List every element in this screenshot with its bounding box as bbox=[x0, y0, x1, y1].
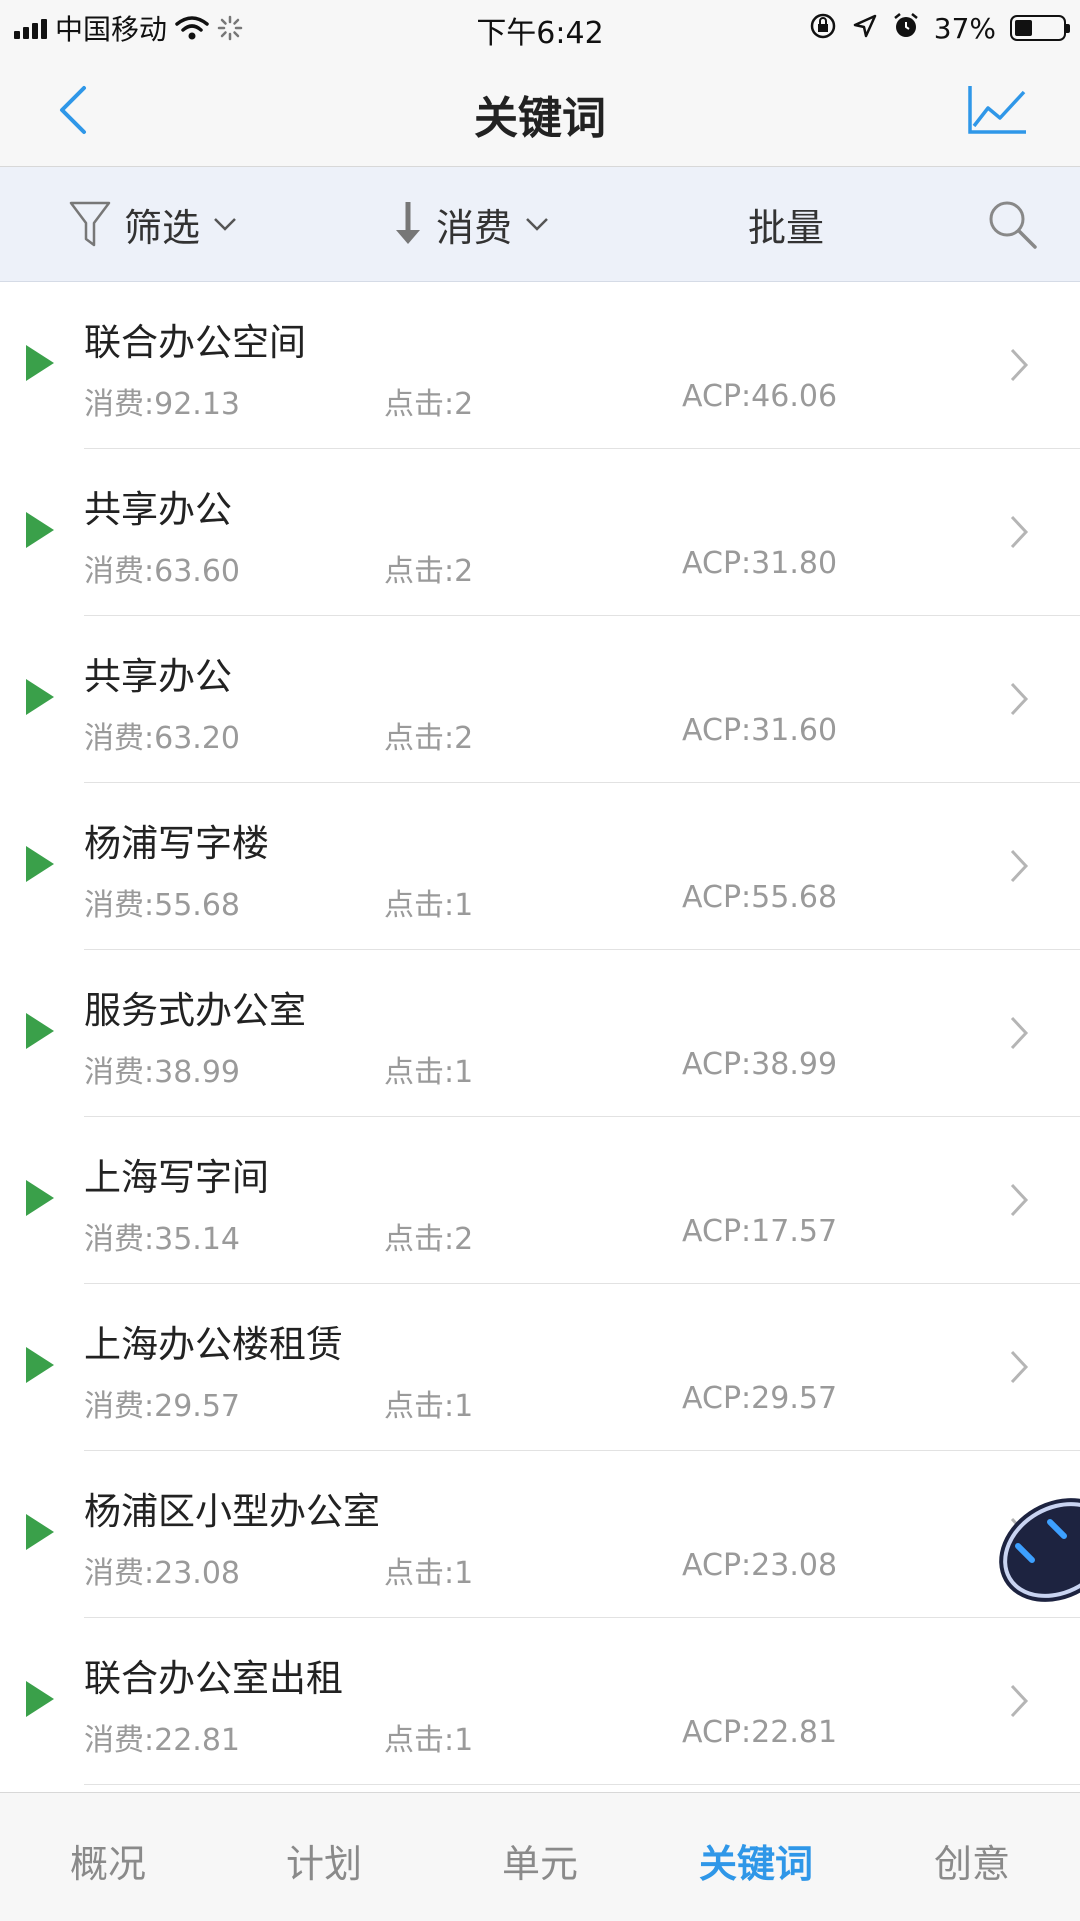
nav-bar: 关键词 bbox=[0, 54, 1080, 167]
keyword-name: 共享办公 bbox=[84, 655, 232, 698]
chevron-right-icon bbox=[1010, 1684, 1029, 1718]
keyword-clicks: 点击:1 bbox=[384, 1055, 474, 1090]
keyword-clicks: 点击:1 bbox=[384, 1556, 474, 1591]
keyword-acp: ACP:22.81 bbox=[682, 1715, 838, 1750]
search-button[interactable] bbox=[982, 167, 1042, 281]
battery-fill bbox=[1015, 20, 1032, 36]
chevron-right-icon bbox=[1010, 1183, 1029, 1217]
keyword-spend: 消费:38.99 bbox=[84, 1055, 240, 1090]
play-icon[interactable] bbox=[26, 1514, 54, 1550]
keyword-spend: 消费:23.08 bbox=[84, 1556, 240, 1591]
chevron-right-icon bbox=[1010, 348, 1029, 382]
sort-button[interactable]: 消费 bbox=[392, 167, 550, 281]
keyword-clicks: 点击:2 bbox=[384, 554, 474, 589]
chevron-right-icon bbox=[1010, 515, 1029, 549]
tab-bar: 概况 计划 单元 关键词 创意 bbox=[0, 1792, 1080, 1921]
batch-label: 批量 bbox=[748, 205, 825, 250]
location-icon bbox=[852, 13, 878, 43]
keyword-row[interactable]: 杨浦区小型办公室消费:23.08 点击:1 ACP:23.08 bbox=[26, 1451, 1080, 1618]
keyword-name: 共享办公 bbox=[84, 488, 232, 531]
tab-item[interactable]: 关键词 bbox=[648, 1793, 864, 1921]
filter-button[interactable]: 筛选 bbox=[68, 167, 238, 281]
play-icon[interactable] bbox=[26, 1347, 54, 1383]
batch-button[interactable]: 批量 bbox=[748, 167, 824, 281]
keyword-spend: 消费:29.57 bbox=[84, 1389, 240, 1424]
alarm-icon bbox=[892, 12, 920, 44]
keyword-name: 服务式办公室 bbox=[84, 989, 306, 1032]
keyword-name: 联合办公室出租 bbox=[84, 1657, 343, 1700]
search-icon bbox=[989, 201, 1037, 249]
robot-mascot-icon bbox=[999, 1498, 1080, 1602]
keyword-spend: 消费:92.13 bbox=[84, 387, 240, 422]
keyword-clicks: 点击:1 bbox=[384, 1389, 474, 1424]
keyword-acp: ACP:23.08 bbox=[682, 1548, 838, 1583]
play-icon[interactable] bbox=[26, 512, 54, 548]
keyword-row[interactable]: 服务式办公室消费:38.99 点击:1 ACP:38.99 bbox=[26, 950, 1080, 1117]
page-title: 关键词 bbox=[474, 93, 606, 144]
keyword-name: 上海写字间 bbox=[84, 1156, 269, 1199]
floating-assistant-button[interactable] bbox=[990, 1492, 1080, 1602]
keyword-clicks: 点击:2 bbox=[384, 721, 474, 756]
play-icon[interactable] bbox=[26, 1013, 54, 1049]
battery-percent: 37% bbox=[933, 11, 996, 45]
keyword-acp: ACP:38.99 bbox=[682, 1047, 838, 1082]
sort-label: 消费 bbox=[436, 205, 513, 250]
keyword-acp: ACP:31.60 bbox=[682, 713, 838, 748]
keyword-name: 上海办公楼租赁 bbox=[84, 1323, 343, 1366]
chevron-right-icon bbox=[1010, 1350, 1029, 1384]
keyword-name: 联合办公空间 bbox=[84, 321, 306, 364]
keyword-spend: 消费:63.20 bbox=[84, 721, 240, 756]
filter-label: 筛选 bbox=[124, 205, 201, 250]
status-bar: 中国移动 下午6:42 37% bbox=[0, 0, 1080, 54]
play-icon[interactable] bbox=[26, 1681, 54, 1717]
keyword-row[interactable]: 共享办公消费:63.20 点击:2 ACP:31.60 bbox=[26, 616, 1080, 783]
keyword-spend: 消费:55.68 bbox=[84, 888, 240, 923]
chevron-down-icon bbox=[214, 218, 236, 231]
tab-item[interactable]: 创意 bbox=[864, 1793, 1080, 1921]
keyword-row[interactable]: 杨浦写字楼消费:55.68 点击:1 ACP:55.68 bbox=[26, 783, 1080, 950]
play-icon[interactable] bbox=[26, 679, 54, 715]
status-right: 37% bbox=[808, 8, 1070, 48]
keyword-row[interactable]: 上海办公楼租赁消费:29.57 点击:1 ACP:29.57 bbox=[26, 1284, 1080, 1451]
play-icon[interactable] bbox=[26, 846, 54, 882]
keyword-list: 联合办公空间 消费:92.13 点击:2 ACP:46.06 共享办公 消费:63.60 点… bbox=[0, 282, 1080, 1785]
funnel-icon bbox=[69, 201, 111, 247]
chevron-right-icon bbox=[1010, 1016, 1029, 1050]
chevron-right-icon bbox=[1010, 682, 1029, 716]
keyword-spend: 消费:63.60 bbox=[84, 554, 240, 589]
arrow-down-icon bbox=[396, 202, 420, 244]
keyword-spend: 消费:22.81 bbox=[84, 1723, 240, 1758]
chevron-down-icon bbox=[526, 218, 548, 231]
keyword-row[interactable]: 共享办公消费:63.60 点击:2 ACP:31.80 bbox=[26, 449, 1080, 616]
keyword-name: 杨浦写字楼 bbox=[84, 822, 269, 865]
tab-item[interactable]: 概况 bbox=[0, 1793, 216, 1921]
keyword-clicks: 点击:1 bbox=[384, 1723, 474, 1758]
filter-bar: 筛选 消费 批量 bbox=[0, 167, 1080, 282]
chevron-right-icon bbox=[1010, 849, 1029, 883]
keyword-row[interactable]: 联合办公空间消费:92.13 点击:2 ACP:46.06 bbox=[26, 282, 1080, 449]
keyword-row[interactable]: 联合办公室出租消费:22.81 点击:1 ACP:22.81 bbox=[26, 1618, 1080, 1785]
keyword-row[interactable]: 上海写字间消费:35.14 点击:2 ACP:17.57 bbox=[26, 1117, 1080, 1284]
keyword-name: 杨浦区小型办公室 bbox=[84, 1490, 380, 1533]
play-icon[interactable] bbox=[26, 1180, 54, 1216]
trend-chart-button[interactable] bbox=[966, 82, 1030, 138]
line-chart-icon bbox=[968, 86, 1026, 134]
keyword-clicks: 点击:2 bbox=[384, 1222, 474, 1257]
rotation-lock-icon bbox=[808, 11, 838, 45]
keyword-acp: ACP:46.06 bbox=[682, 379, 838, 414]
tab-item[interactable]: 计划 bbox=[216, 1793, 432, 1921]
keyword-clicks: 点击:2 bbox=[384, 387, 474, 422]
keyword-spend: 消费:35.14 bbox=[84, 1222, 240, 1257]
keyword-acp: ACP:55.68 bbox=[682, 880, 838, 915]
keyword-acp: ACP:17.57 bbox=[682, 1214, 838, 1249]
play-icon[interactable] bbox=[26, 345, 54, 381]
keyword-clicks: 点击:1 bbox=[384, 888, 474, 923]
keyword-acp: ACP:29.57 bbox=[682, 1381, 838, 1416]
battery-icon bbox=[1010, 15, 1070, 41]
keyword-acp: ACP:31.80 bbox=[682, 546, 838, 581]
tab-item[interactable]: 单元 bbox=[432, 1793, 648, 1921]
